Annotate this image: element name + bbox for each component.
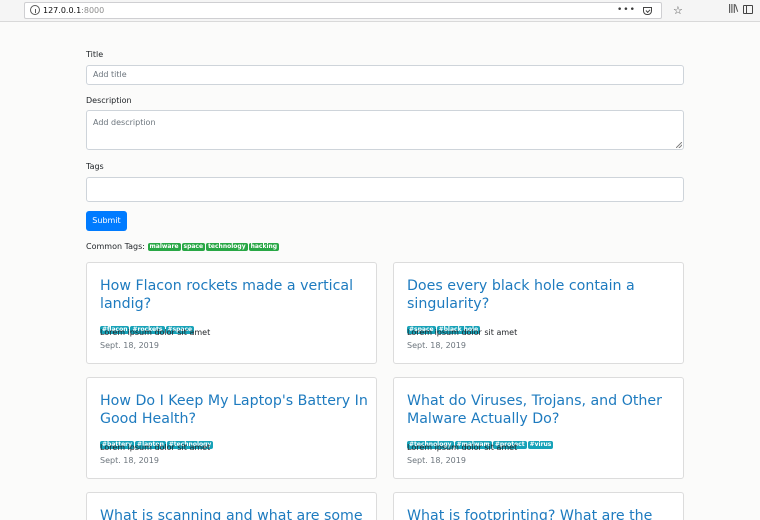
description-label: Description	[86, 96, 132, 105]
url-text: 127.0.0.1:8000	[43, 5, 104, 17]
pocket-icon[interactable]	[643, 7, 652, 15]
resize-handle-icon[interactable]	[676, 142, 682, 148]
common-tag[interactable]: malware	[147, 243, 181, 251]
common-tag[interactable]: hacking	[248, 243, 280, 251]
url-bar[interactable]: 127.0.0.1:8000 ••• ☆	[24, 2, 683, 19]
post-card: Does every black hole contain a singular…	[393, 262, 684, 364]
title-input[interactable]: Add title	[86, 65, 684, 85]
post-body: Lorem ipsum dolor sit amet	[100, 443, 211, 452]
url-port: :8000	[81, 6, 105, 15]
library-icon[interactable]: |||\	[728, 1, 738, 17]
common-tags-label: Common Tags:	[86, 242, 145, 251]
common-tags: Common Tags: malware space technology hacki…	[86, 241, 280, 253]
tags-input[interactable]	[86, 177, 684, 202]
bookmark-star-icon[interactable]: ☆	[673, 3, 683, 18]
post-date: Sept. 18, 2019	[100, 456, 159, 465]
sidebar-icon[interactable]	[743, 5, 753, 14]
post-date: Sept. 18, 2019	[407, 341, 466, 350]
common-tag[interactable]: space	[181, 243, 206, 251]
submit-button[interactable]: Submit	[86, 211, 127, 231]
post-body: Lorem ipsum dolor sit amet	[407, 328, 518, 337]
post-date: Sept. 18, 2019	[407, 456, 466, 465]
post-title-link[interactable]: How Do I Keep My Laptop's Battery In Goo…	[100, 393, 370, 428]
post-title-link[interactable]: Does every black hole contain a singular…	[407, 278, 677, 313]
post-title-link[interactable]: What is footprinting? What are the	[407, 508, 677, 520]
post-card: What do Viruses, Trojans, and Other Malw…	[393, 377, 684, 479]
post-body: Lorem ipsum dolor sit amet	[407, 443, 518, 452]
description-textarea[interactable]: Add description	[86, 110, 684, 150]
browser-toolbar: 127.0.0.1:8000 ••• ☆ |||\	[0, 0, 760, 22]
info-icon[interactable]	[30, 5, 40, 15]
post-tag[interactable]: #virus	[527, 441, 554, 449]
post-card: What is footprinting? What are the	[393, 492, 684, 520]
post-card: How Flacon rockets made a vertical landi…	[86, 262, 377, 364]
title-label: Title	[86, 50, 104, 59]
post-card: What is scanning and what are some	[86, 492, 377, 520]
description-placeholder: Add description	[93, 118, 156, 127]
url-host: 127.0.0.1	[43, 6, 82, 15]
post-title-link[interactable]: What do Viruses, Trojans, and Other Malw…	[407, 393, 677, 428]
common-tag[interactable]: technology	[206, 243, 248, 251]
post-title-link[interactable]: How Flacon rockets made a vertical landi…	[100, 278, 370, 313]
tags-label: Tags	[86, 162, 104, 171]
page-actions-icon[interactable]: •••	[617, 4, 636, 16]
post-title-link[interactable]: What is scanning and what are some	[100, 508, 370, 520]
post-body: Lorem ipsum dolor sit amet	[100, 328, 211, 337]
post-card: How Do I Keep My Laptop's Battery In Goo…	[86, 377, 377, 479]
post-date: Sept. 18, 2019	[100, 341, 159, 350]
